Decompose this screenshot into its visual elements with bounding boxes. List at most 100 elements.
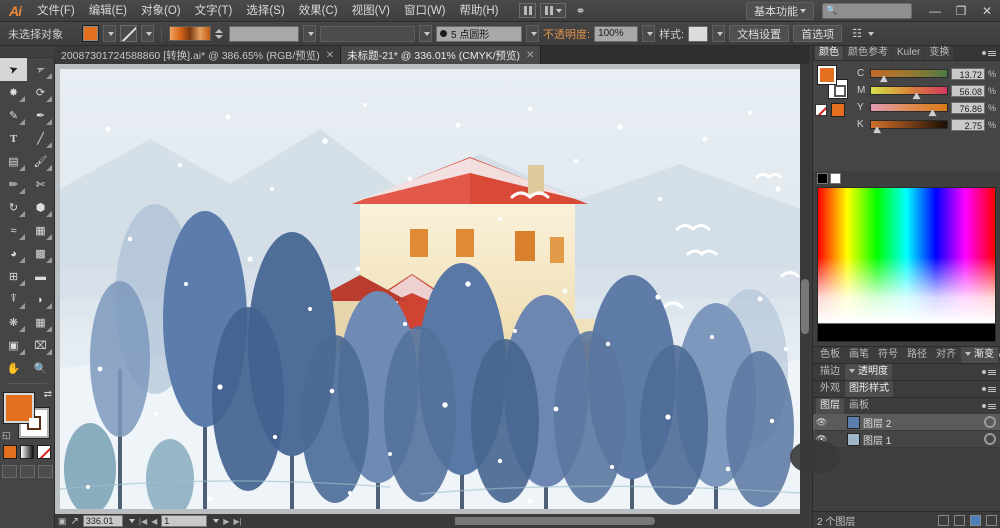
opacity-field[interactable]: 100% xyxy=(594,25,639,42)
scale-tool[interactable]: ⬢ xyxy=(27,196,54,219)
layer-target-icon[interactable] xyxy=(984,416,996,428)
column-graph-tool[interactable]: ▩ xyxy=(27,242,54,265)
panel-fill-swatch[interactable] xyxy=(817,65,837,85)
slider-thumb-k[interactable] xyxy=(872,126,882,134)
layer-row-2[interactable]: 👁 图层 2 xyxy=(813,414,1000,431)
slider-value-y[interactable]: 76.86 xyxy=(951,101,985,114)
slider-track-c[interactable] xyxy=(870,69,948,83)
gradient-mode-button[interactable] xyxy=(20,445,34,459)
none-swatch[interactable] xyxy=(815,104,827,116)
stroke-color-swatch[interactable] xyxy=(120,25,137,42)
eye-icon[interactable]: 👁 xyxy=(815,417,828,428)
slider-track-y[interactable] xyxy=(870,103,948,117)
stroke-weight-field[interactable] xyxy=(229,25,299,42)
close-button[interactable]: ✕ xyxy=(974,0,1000,22)
stroke-weight-dropdown-icon[interactable] xyxy=(303,25,316,42)
document-canvas[interactable] xyxy=(55,64,810,514)
menu-type[interactable]: 文字(T) xyxy=(188,0,240,22)
menu-view[interactable]: 视图(V) xyxy=(345,0,397,22)
hand-tool[interactable]: ✋ xyxy=(0,357,27,380)
add-anchor-point-tool[interactable]: ✒ xyxy=(27,104,54,127)
blend-tool[interactable]: ◗ xyxy=(27,288,54,311)
align-to-icon[interactable]: ☷ xyxy=(852,27,862,40)
artboard-tool[interactable]: ▣ xyxy=(0,334,27,357)
slider-track-m[interactable] xyxy=(870,86,948,100)
menu-effect[interactable]: 效果(C) xyxy=(292,0,345,22)
menu-select[interactable]: 选择(S) xyxy=(239,0,291,22)
workspace-switcher[interactable]: 基本功能 xyxy=(746,1,814,20)
slider-thumb-m[interactable] xyxy=(912,92,922,100)
profile-dropdown-icon[interactable] xyxy=(419,25,432,42)
slider-value-c[interactable]: 13.72 xyxy=(951,67,985,80)
menu-edit[interactable]: 编辑(E) xyxy=(82,0,134,22)
pen-tool[interactable]: ✎ xyxy=(0,104,27,127)
tab-align[interactable]: 对齐 xyxy=(932,347,960,363)
brush-definition-field[interactable]: 5 点圆形 xyxy=(436,25,522,42)
scissors-tool[interactable]: ✄ xyxy=(27,173,54,196)
menu-window[interactable]: 窗口(W) xyxy=(397,0,453,22)
none-mode-button[interactable] xyxy=(37,445,51,459)
panel-menu-icon[interactable] xyxy=(982,369,1000,375)
tab-layers[interactable]: 图层 xyxy=(816,398,844,414)
menu-object[interactable]: 对象(O) xyxy=(134,0,188,22)
menu-file[interactable]: 文件(F) xyxy=(30,0,82,22)
bridge-icon[interactable] xyxy=(519,3,537,18)
make-clipping-mask-icon[interactable] xyxy=(938,514,949,526)
perspective-grid-tool[interactable]: ▦ xyxy=(27,311,54,334)
direct-selection-tool[interactable]: ➣ xyxy=(27,58,54,81)
slider-value-k[interactable]: 2.75 xyxy=(951,118,985,131)
variable-width-profile[interactable] xyxy=(320,25,415,42)
line-segment-tool[interactable]: ╱ xyxy=(27,127,54,150)
layer-name-2[interactable]: 图层 2 xyxy=(863,415,981,430)
opacity-dropdown-icon[interactable] xyxy=(642,25,656,42)
arrange-documents-icon[interactable] xyxy=(540,3,567,18)
vertical-scroll-thumb[interactable] xyxy=(801,279,809,334)
fit-artboard-icon[interactable]: ↗ xyxy=(71,516,79,527)
default-fill-stroke-icon[interactable]: ◱ xyxy=(2,430,11,441)
artwork-illustration[interactable] xyxy=(60,69,800,509)
shape-builder-tool[interactable]: ◕ xyxy=(0,242,27,265)
slice-tool[interactable]: ⌧ xyxy=(27,334,54,357)
graphic-style-swatch[interactable] xyxy=(688,25,709,42)
gradient-tool[interactable]: ▬ xyxy=(27,265,54,288)
panel-menu-icon[interactable] xyxy=(982,386,1000,392)
search-input[interactable]: 🔍 xyxy=(822,2,912,19)
tab-stroke[interactable]: 描边 xyxy=(816,364,844,380)
stroke-weight-stepper[interactable] xyxy=(215,25,225,42)
zoom-dropdown-icon[interactable] xyxy=(128,519,135,523)
artboard-last-icon[interactable]: ▶| xyxy=(233,517,241,526)
tab-pathfinder[interactable]: 路径 xyxy=(903,347,931,363)
tab-artboards[interactable]: 画板 xyxy=(845,398,873,414)
stroke-dropdown-icon[interactable] xyxy=(141,25,154,42)
close-icon[interactable]: ✕ xyxy=(526,50,534,61)
slider-track-k[interactable] xyxy=(870,120,948,134)
slider-thumb-c[interactable] xyxy=(879,75,889,83)
panel-menu-icon[interactable] xyxy=(982,403,1000,409)
swap-fill-stroke-icon[interactable]: ⇄ xyxy=(44,389,52,400)
align-dropdown-icon[interactable] xyxy=(868,31,874,36)
layer-target-icon[interactable] xyxy=(984,433,996,445)
panel-menu-icon[interactable] xyxy=(982,50,1000,56)
cloud-sync-icon[interactable]: ⚭ xyxy=(570,3,590,19)
layer-row-1[interactable]: 👁 图层 1 xyxy=(813,431,1000,448)
eyedropper-tool[interactable]: ⍒ xyxy=(0,288,27,311)
artboard-dropdown-icon[interactable] xyxy=(213,519,220,523)
tools-panel-handle[interactable] xyxy=(0,46,55,58)
rotate-tool[interactable]: ↻ xyxy=(0,196,27,219)
artboard-first-icon[interactable]: |◀ xyxy=(139,517,147,526)
type-tool[interactable]: T xyxy=(0,127,27,150)
style-dropdown-icon[interactable] xyxy=(712,25,726,42)
paintbrush-tool[interactable]: 🖌 xyxy=(27,150,54,173)
tab-graphic-styles[interactable]: 图形样式 xyxy=(845,381,893,397)
tab-color[interactable]: 颜色 xyxy=(815,46,843,60)
minimize-button[interactable]: — xyxy=(922,0,948,22)
document-tab-2[interactable]: 未标题-21* @ 336.01% (CMYK/预览) ✕ xyxy=(341,46,542,64)
selection-tool[interactable]: ➤ xyxy=(0,58,27,81)
maximize-button[interactable]: ❐ xyxy=(948,0,974,22)
document-setup-button[interactable]: 文档设置 xyxy=(729,25,790,42)
zoom-tool[interactable]: 🔍 xyxy=(27,357,54,380)
rectangle-tool[interactable]: ▤ xyxy=(0,150,27,173)
slider-thumb-y[interactable] xyxy=(928,109,937,117)
tab-kuler[interactable]: Kuler xyxy=(893,46,925,60)
document-tab-1[interactable]: 20087301724588860 [转换].ai* @ 386.65% (RG… xyxy=(55,46,342,64)
